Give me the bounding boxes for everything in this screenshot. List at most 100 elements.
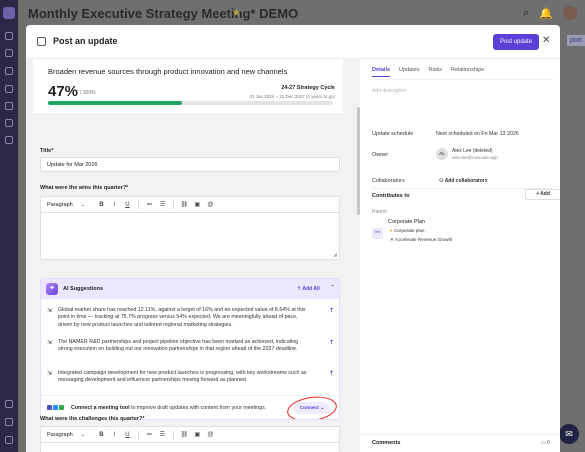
meeting-text-bold: Connect a meeting tool	[71, 405, 130, 411]
goal-title: Broaden revenue sources through product …	[48, 67, 288, 76]
paragraph-select[interactable]: Paragraph	[47, 202, 73, 208]
add-collaborators-button[interactable]: ⚇ Add collaborators	[439, 178, 487, 184]
dashboard-icon[interactable]	[5, 102, 13, 110]
chat-icon[interactable]: ✉	[559, 424, 579, 444]
add-collaborators-label: Add collaborators	[444, 178, 488, 184]
tab-risks[interactable]: Risks	[429, 67, 442, 77]
drag-icon[interactable]: ⇲	[47, 339, 52, 346]
comments-count-value: 0	[547, 440, 550, 446]
bold-icon[interactable]: B	[95, 432, 108, 438]
user-avatar[interactable]	[563, 6, 577, 20]
add-suggestion-icon[interactable]: ⇡	[329, 339, 334, 346]
bullet-list-icon[interactable]: ☰	[156, 201, 169, 208]
collaborators-label: Collaborators	[372, 178, 405, 184]
meeting-text-rest: to improve draft updates with content fr…	[129, 405, 267, 411]
ai-suggestions-panel: ✦ AI Suggestions ⇡ Add All ⌃ ⇲ Global ma…	[40, 278, 340, 420]
image-icon[interactable]: ▣	[191, 201, 204, 208]
settings-icon[interactable]	[5, 418, 13, 426]
suggestion-item: ⇲ Global market share has reached 12.11%…	[47, 307, 339, 331]
suggestion-item: ⇲ Integrated campaign development for ne…	[47, 370, 339, 388]
drag-icon[interactable]: ⇲	[47, 307, 52, 314]
italic-icon[interactable]: I	[108, 432, 121, 438]
title-input[interactable]: Update for Mar 2026	[40, 157, 340, 172]
bell-icon[interactable]: 🔔	[539, 7, 553, 20]
italic-icon[interactable]: I	[108, 202, 121, 208]
modal-header: Post an update Post update ✕	[26, 25, 560, 59]
tab-updates[interactable]: Updates	[399, 67, 420, 77]
tab-relationships[interactable]: Relationships	[451, 67, 484, 77]
post-update-modal: Post an update Post update ✕ Broaden rev…	[26, 25, 560, 452]
plan-goal: ✕ Accelerate Revenue Growth	[390, 237, 452, 243]
top-bar-icons: ⌕ 🔔	[523, 6, 577, 20]
drag-icon[interactable]: ⇲	[47, 370, 52, 377]
post-update-button[interactable]: Post update	[493, 34, 539, 50]
suggestion-text: Global market share has reached 12.11%, …	[58, 307, 306, 328]
meeting-apps-icon	[47, 405, 64, 410]
search-icon[interactable]: ⌕	[523, 7, 529, 20]
metrics-icon[interactable]	[5, 85, 13, 93]
contributes-to-label: Contributes to	[372, 193, 410, 199]
bold-icon[interactable]: B	[95, 202, 108, 208]
resize-handle-icon[interactable]: ◢	[333, 252, 337, 258]
numbered-list-icon[interactable]: ≔	[143, 431, 156, 438]
add-all-button[interactable]: ⇡ Add All	[297, 286, 320, 292]
suggestion-item: ⇲ The NAMER R&D partnerships and project…	[47, 339, 339, 363]
suggestion-text: Integrated campaign development for new …	[58, 370, 307, 384]
star-icon[interactable]: ★	[232, 8, 241, 19]
chevron-down-icon[interactable]: ⌄	[81, 432, 85, 438]
update-schedule-label: Update schedule	[372, 131, 414, 137]
add-contribution-button[interactable]: + Add	[525, 189, 560, 200]
sparkle-icon: ✦	[46, 283, 58, 295]
challenges-editor[interactable]	[40, 442, 340, 452]
plan-tag: ● Corporate plan	[390, 228, 424, 233]
details-tabs: Details Updates Risks Relationships	[372, 67, 484, 77]
parent-label: Parent	[372, 209, 387, 215]
owner-label: Owner	[372, 152, 389, 158]
mention-icon[interactable]: @	[204, 432, 217, 438]
link-icon[interactable]: ⛓	[178, 431, 191, 438]
help-icon[interactable]	[5, 436, 13, 444]
modal-title: Post an update	[53, 36, 118, 46]
suggestion-text: The NAMER R&D partnerships and project p…	[58, 339, 299, 353]
plan-tag-label: Corporate plan	[394, 228, 425, 233]
add-all-label: Add All	[302, 286, 320, 292]
app-sidebar	[0, 0, 18, 452]
numbered-list-icon[interactable]: ≔	[143, 201, 156, 208]
plan-name[interactable]: Corporate Plan	[388, 219, 425, 225]
page-title: Monthly Executive Strategy Meeting* DEMO	[28, 6, 299, 21]
challenges-toolbar: Paragraph ⌄ B I U ≔ ☰ ⛓ ▣ @	[40, 426, 340, 442]
details-panel: Details Updates Risks Relationships Add …	[361, 59, 560, 452]
tab-details[interactable]: Details	[372, 67, 391, 77]
plan-icon: ⚯	[372, 228, 383, 239]
goal-percent: 47%	[48, 83, 79, 100]
bullet-list-icon[interactable]: ☰	[156, 431, 169, 438]
goals-icon[interactable]	[5, 49, 13, 57]
image-icon[interactable]: ▣	[191, 431, 204, 438]
home-icon[interactable]	[5, 32, 13, 40]
close-icon[interactable]: ✕	[542, 35, 550, 46]
tools-icon[interactable]	[5, 400, 13, 408]
underline-icon[interactable]: U	[121, 202, 134, 208]
wins-editor[interactable]: ◢	[40, 212, 340, 260]
add-description[interactable]: Add description	[372, 88, 406, 94]
update-form: Broaden revenue sources through product …	[26, 59, 360, 452]
add-suggestion-icon[interactable]: ⇡	[329, 370, 334, 377]
app-logo[interactable]	[3, 7, 15, 19]
chevron-up-icon[interactable]: ⌃	[330, 284, 335, 291]
org-icon[interactable]	[5, 67, 13, 75]
goal-card: Broaden revenue sources through product …	[33, 59, 343, 113]
add-suggestion-icon[interactable]: ⇡	[329, 307, 334, 314]
link-icon[interactable]: ⛓	[178, 201, 191, 208]
mention-icon[interactable]: @	[204, 202, 217, 208]
owner-name[interactable]: Alex Lee (deleted)	[452, 148, 493, 154]
chevron-down-icon[interactable]: ⌄	[81, 202, 85, 208]
scrollbar[interactable]	[357, 107, 360, 215]
owner-email: alex.lee@cascade.app	[452, 155, 498, 160]
reports-icon[interactable]	[5, 136, 13, 144]
comments-label: Comments	[372, 440, 401, 446]
sync-icon[interactable]	[5, 119, 13, 127]
export-button[interactable]: port	[566, 35, 585, 46]
paragraph-select[interactable]: Paragraph	[47, 432, 73, 438]
underline-icon[interactable]: U	[121, 432, 134, 438]
update-schedule-value[interactable]: Next scheduled on Fri Mar 13 2026	[436, 131, 519, 137]
